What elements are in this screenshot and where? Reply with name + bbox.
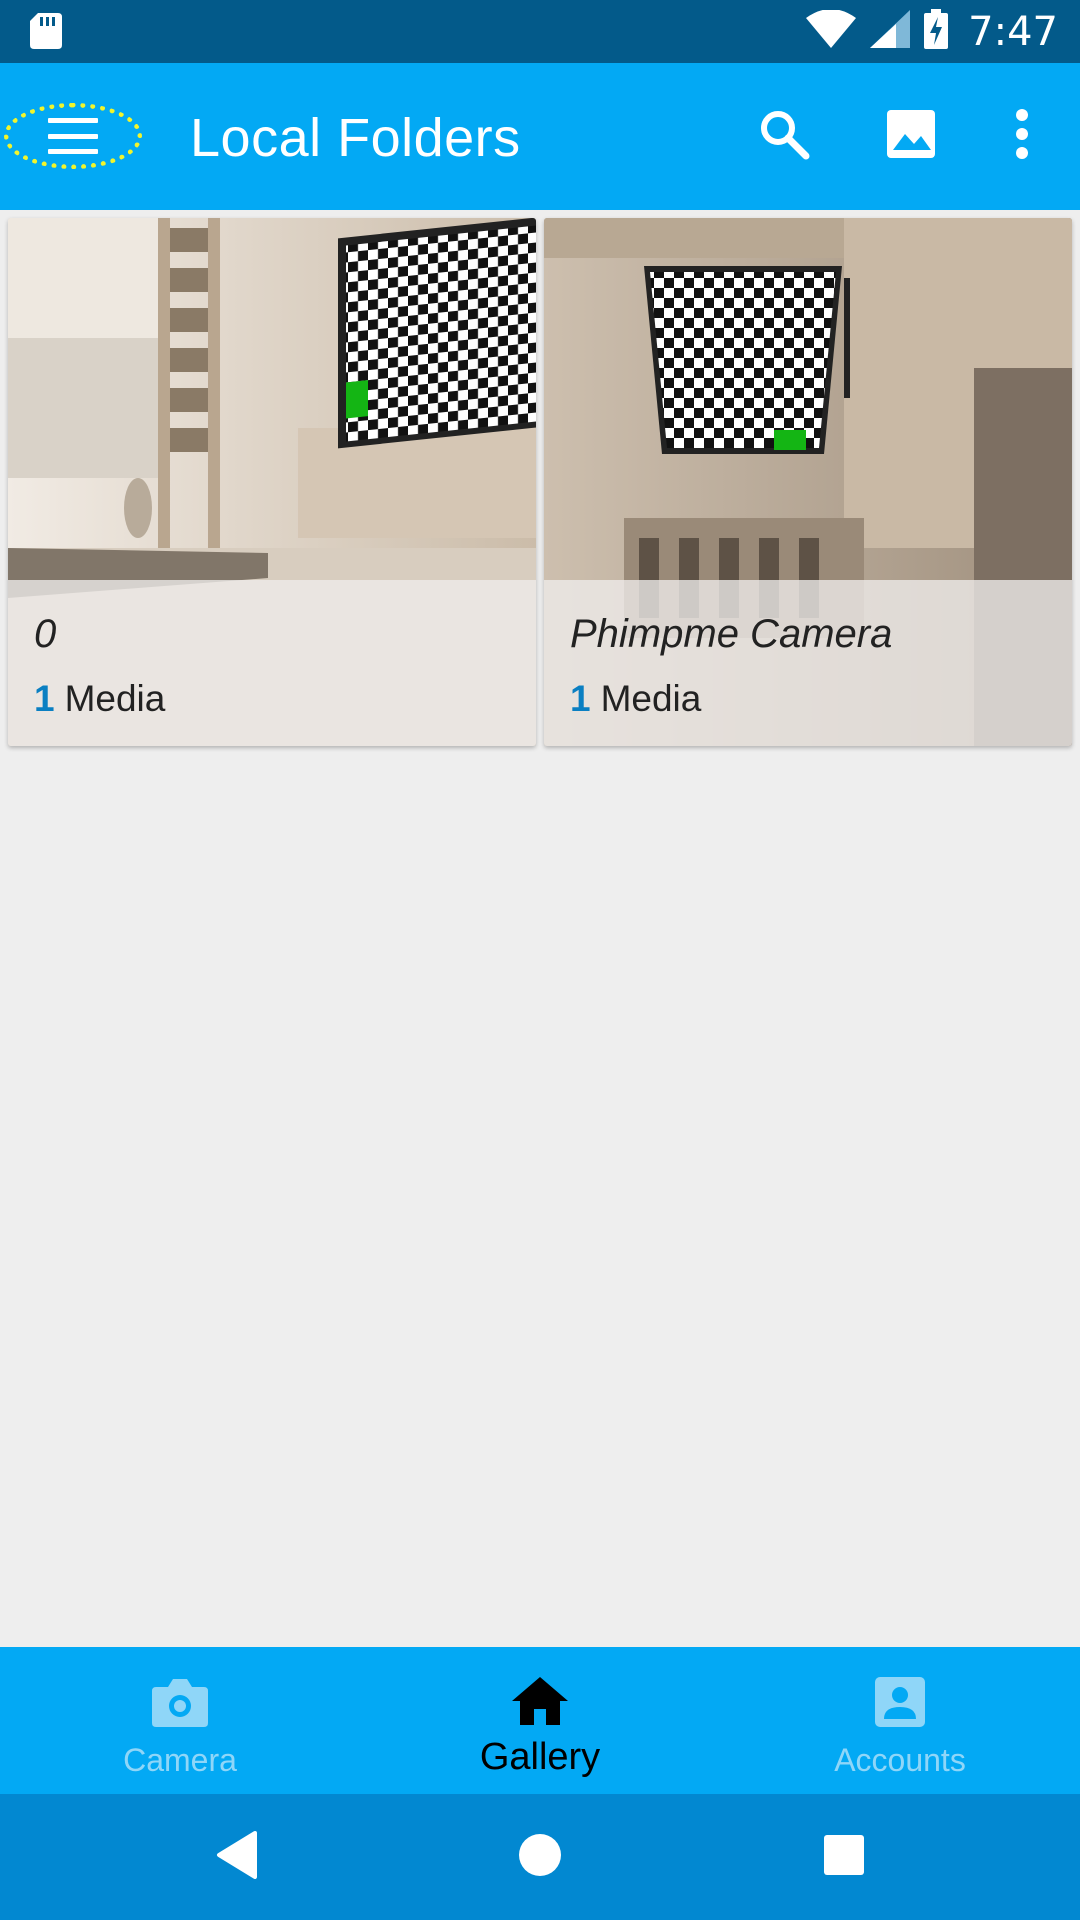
more-options-button[interactable] xyxy=(989,103,1055,169)
folder-media-count: 1 Media xyxy=(570,678,701,720)
account-box-icon xyxy=(875,1677,925,1732)
camera-icon xyxy=(152,1677,208,1732)
media-count-number: 1 xyxy=(570,678,591,719)
app-bar: Local Folders xyxy=(0,63,1080,210)
image-icon xyxy=(885,108,937,165)
media-count-label: Media xyxy=(64,678,166,719)
folder-grid: 0 1 Media Phimpme Camera 1 Media xyxy=(8,218,1072,746)
media-count-label: Media xyxy=(600,678,702,719)
nav-camera[interactable]: Camera xyxy=(0,1647,360,1794)
nav-accounts-label: Accounts xyxy=(834,1742,966,1778)
home-button[interactable] xyxy=(515,1832,565,1882)
status-bar: 7:47 xyxy=(0,0,1080,63)
image-button[interactable] xyxy=(878,103,944,169)
back-button[interactable] xyxy=(212,1830,262,1884)
media-count-number: 1 xyxy=(34,678,55,719)
menu-button[interactable] xyxy=(4,103,142,169)
search-icon xyxy=(758,108,810,165)
search-button[interactable] xyxy=(751,103,817,169)
battery-charging-icon xyxy=(924,9,949,54)
menu-icon xyxy=(48,118,98,154)
recents-button[interactable] xyxy=(819,1832,869,1882)
nav-gallery-label: Gallery xyxy=(479,1736,601,1778)
home-circle-icon xyxy=(518,1833,562,1882)
folder-card[interactable]: 0 1 Media xyxy=(8,218,536,746)
folder-name: Phimpme Camera xyxy=(570,612,893,656)
system-navigation-bar xyxy=(0,1794,1080,1920)
nav-camera-label: Camera xyxy=(123,1742,237,1778)
folder-caption: 0 1 Media xyxy=(8,580,536,746)
bottom-navigation: Camera Gallery Accounts xyxy=(0,1647,1080,1794)
folder-media-count: 1 Media xyxy=(34,678,165,720)
folder-name: 0 xyxy=(34,612,57,656)
folder-caption: Phimpme Camera 1 Media xyxy=(544,580,1072,746)
nav-gallery[interactable]: Gallery xyxy=(360,1647,720,1794)
page-title: Local Folders xyxy=(190,108,521,168)
back-icon xyxy=(215,1830,259,1884)
more-vert-icon xyxy=(1015,108,1029,164)
folder-card[interactable]: Phimpme Camera 1 Media xyxy=(544,218,1072,746)
nav-accounts[interactable]: Accounts xyxy=(720,1647,1080,1794)
sd-card-icon xyxy=(30,13,62,54)
wifi-icon xyxy=(806,9,857,53)
home-icon xyxy=(512,1677,568,1730)
clock: 7:47 xyxy=(968,8,1058,55)
recents-icon xyxy=(823,1834,865,1881)
cell-signal-icon xyxy=(870,10,911,53)
